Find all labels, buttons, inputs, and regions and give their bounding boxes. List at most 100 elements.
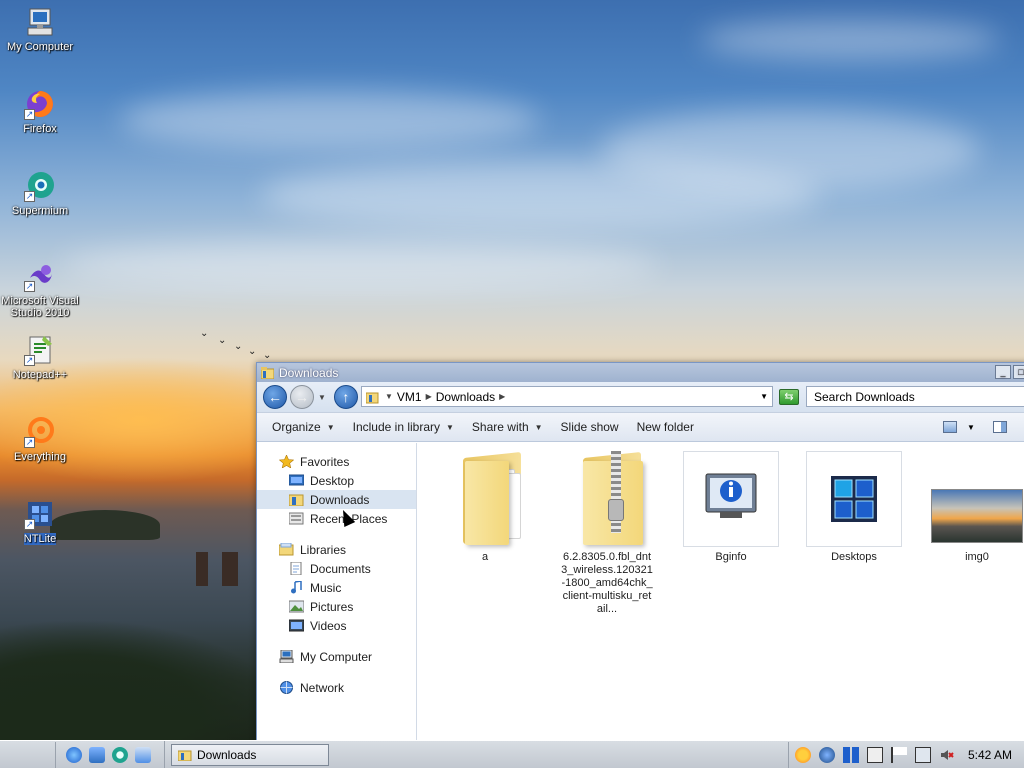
address-dropdown-icon[interactable]: ▼ — [760, 392, 768, 401]
breadcrumb-current[interactable]: Downloads — [436, 390, 495, 404]
nav-desktop[interactable]: Desktop — [257, 471, 416, 490]
desktop-icon-label: Microsoft Visual Studio 2010 — [1, 295, 79, 319]
desktop-icon-my-computer[interactable]: My Computer — [0, 6, 80, 53]
file-item-img0[interactable]: img0 — [927, 451, 1024, 564]
nav-documents[interactable]: Documents — [257, 559, 416, 578]
file-item-bginfo[interactable]: Bginfo — [681, 451, 781, 564]
computer-icon — [279, 649, 294, 664]
wallpaper-cloud — [60, 240, 660, 290]
desktop-icon-label: Supermium — [11, 205, 69, 217]
arrow-right-icon: → — [295, 389, 309, 405]
desktop-icon-label: Notepad++ — [12, 369, 68, 381]
organize-label: Organize — [272, 420, 321, 434]
share-with-button[interactable]: Share with ▼ — [472, 420, 543, 434]
wallpaper-cloud — [600, 110, 980, 190]
visual-studio-icon: ↗ — [24, 260, 56, 292]
chevron-down-icon: ▼ — [446, 422, 454, 432]
pictures-icon — [288, 600, 305, 613]
firefox-tray-icon[interactable] — [795, 747, 811, 763]
address-bar[interactable]: ▼ VM1 ▶ Downloads ▶ ▼ — [361, 386, 773, 407]
star-icon — [278, 454, 295, 469]
desktop-icon-label: NTLite — [23, 533, 57, 545]
up-button[interactable]: ↑ — [333, 385, 358, 409]
nav-label: Videos — [310, 618, 347, 633]
zip-folder-icon — [559, 451, 655, 547]
folder-icon — [261, 366, 274, 379]
refresh-button[interactable]: ⇆ — [779, 389, 799, 405]
clock[interactable]: 5:42 AM — [968, 748, 1012, 762]
desktops-tray-icon[interactable] — [843, 747, 859, 763]
switch-windows-icon[interactable] — [135, 746, 151, 763]
chevron-right-icon[interactable]: ▶ — [499, 392, 505, 401]
change-view-icon[interactable] — [943, 421, 957, 433]
flag-icon[interactable] — [891, 747, 907, 763]
refresh-icon: ⇆ — [784, 391, 794, 403]
bird-icon: ⌄ — [200, 328, 209, 339]
bird-icon: ⌄ — [218, 335, 227, 346]
chevron-down-icon[interactable]: ▼ — [967, 423, 975, 432]
back-button[interactable]: ← — [263, 385, 287, 409]
nav-my-computer[interactable]: My Computer — [257, 647, 416, 666]
forward-button[interactable]: → — [290, 385, 314, 409]
shortcut-arrow-icon: ↗ — [24, 437, 35, 448]
recent-pages-dropdown[interactable]: ▼ — [318, 393, 326, 402]
new-folder-button[interactable]: New folder — [637, 420, 694, 434]
navigation-pane: Favorites Desktop Downloads Recent Place… — [257, 443, 419, 741]
minimize-button[interactable]: _ — [995, 365, 1011, 379]
organize-button[interactable]: Organize ▼ — [272, 420, 335, 434]
include-in-library-label: Include in library — [352, 420, 440, 434]
desktop-icon-ntlite[interactable]: ↗ NTLite — [0, 498, 80, 545]
start-button[interactable] — [0, 741, 56, 768]
taskbar-button-downloads[interactable]: Downloads — [171, 743, 329, 766]
folder-icon — [437, 451, 533, 547]
chevron-right-icon[interactable]: ▼ — [385, 392, 393, 401]
breadcrumb-root[interactable]: VM1 — [397, 390, 422, 404]
music-icon — [289, 580, 304, 594]
explorer-window[interactable]: Downloads _ □ ← → ▼ ↑ ▼ VM1 ▶ Downloads … — [256, 362, 1024, 742]
window-titlebar[interactable]: Downloads _ □ — [257, 363, 1024, 382]
desktop-icon-visual-studio[interactable]: ↗ Microsoft Visual Studio 2010 — [0, 260, 80, 319]
file-name: 6.2.8305.0.fbl_dnt3_wireless.120321-1800… — [561, 551, 653, 615]
network-status-icon[interactable] — [819, 747, 835, 763]
nav-music[interactable]: Music — [257, 578, 416, 597]
file-item-a[interactable]: a — [435, 451, 535, 564]
nav-videos[interactable]: Videos — [257, 616, 416, 635]
chevron-right-icon[interactable]: ▶ — [426, 392, 432, 401]
desktops-icon — [806, 451, 902, 547]
search-input[interactable]: Search Downloads — [806, 386, 1024, 407]
nav-downloads[interactable]: Downloads — [257, 490, 416, 509]
network-icon — [279, 681, 294, 694]
maximize-button[interactable]: □ — [1013, 365, 1024, 379]
file-item-desktops[interactable]: Desktops — [804, 451, 904, 564]
nav-label: Network — [300, 680, 345, 695]
include-in-library-button[interactable]: Include in library ▼ — [353, 420, 454, 434]
file-name: img0 — [965, 551, 989, 563]
nav-favorites[interactable]: Favorites — [257, 452, 416, 471]
nav-libraries[interactable]: Libraries — [257, 540, 416, 559]
input-method-icon[interactable] — [867, 747, 883, 763]
show-desktop-icon[interactable] — [89, 746, 105, 763]
firefox-icon: ↗ — [24, 88, 56, 120]
bird-icon: ⌄ — [263, 350, 272, 361]
display-icon[interactable] — [915, 747, 931, 763]
nav-network[interactable]: Network — [257, 678, 416, 697]
desktop-icon-everything[interactable]: ↗ Everything — [0, 416, 80, 463]
chevron-down-icon: ▼ — [326, 422, 335, 432]
file-item-zip[interactable]: 6.2.8305.0.fbl_dnt3_wireless.120321-1800… — [557, 451, 657, 616]
wallpaper-cloud — [700, 20, 1000, 60]
nav-label: Favorites — [300, 454, 350, 469]
desktop-icon-firefox[interactable]: ↗ Firefox — [0, 88, 80, 135]
videos-icon — [288, 619, 305, 632]
file-list: a 6.2.8305.0.fbl_dnt3_wireless.120321-18… — [417, 443, 1024, 741]
internet-explorer-icon[interactable] — [66, 746, 82, 763]
supermium-icon[interactable] — [112, 746, 128, 763]
nav-pictures[interactable]: Pictures — [257, 597, 416, 616]
preview-pane-icon[interactable] — [992, 421, 1007, 433]
desktop-icon-supermium[interactable]: ↗ Supermium — [0, 170, 80, 217]
computer-icon — [24, 6, 56, 38]
nav-label: Desktop — [310, 473, 355, 488]
slide-show-button[interactable]: Slide show — [561, 420, 619, 434]
downloads-folder-icon — [288, 493, 304, 507]
volume-muted-icon[interactable] — [939, 747, 955, 763]
desktop-icon-notepadpp[interactable]: ↗ Notepad++ — [0, 334, 80, 381]
